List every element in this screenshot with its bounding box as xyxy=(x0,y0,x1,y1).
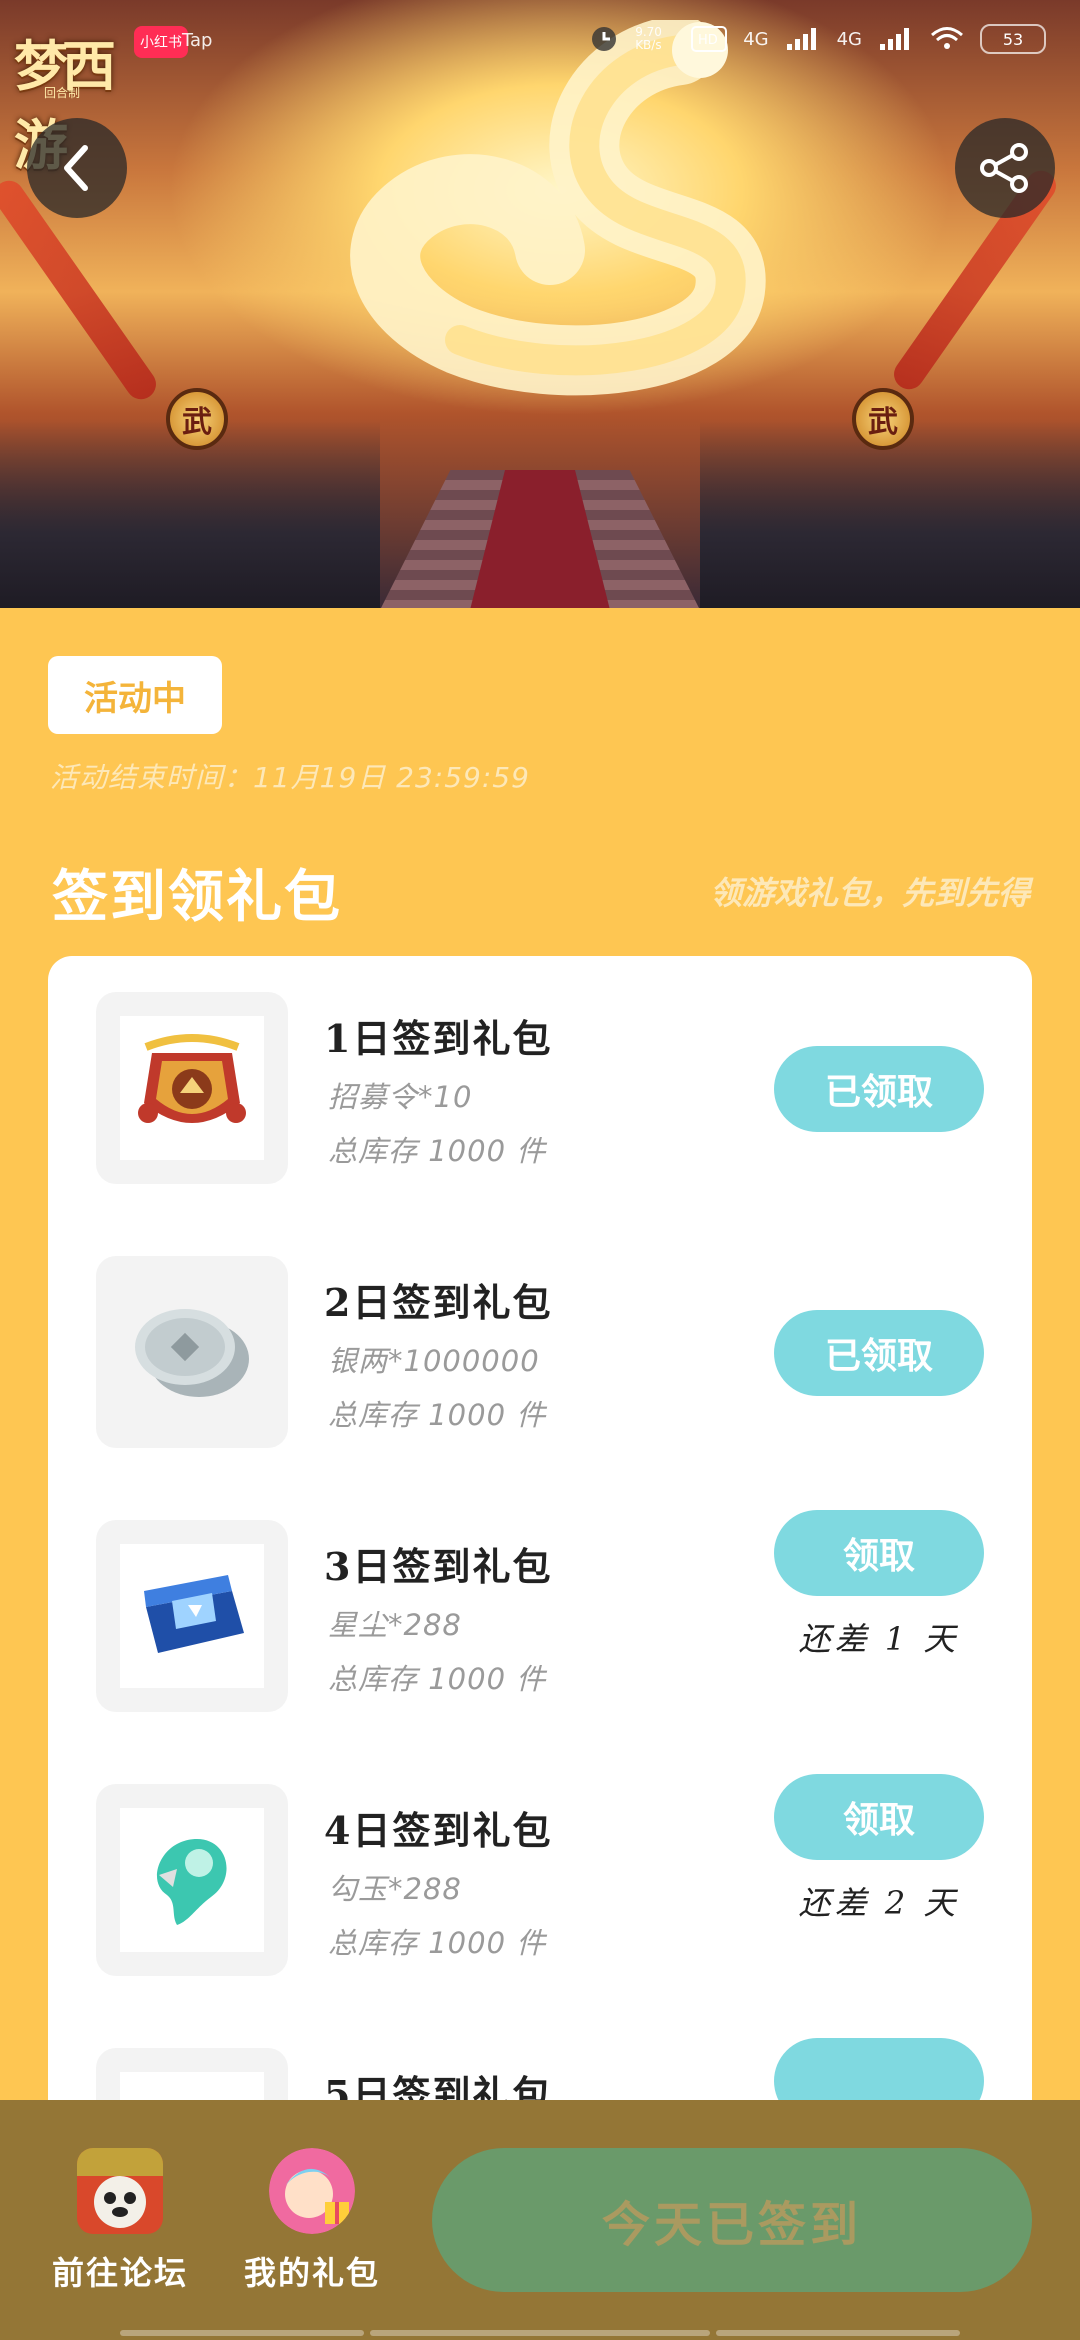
clock-icon xyxy=(592,27,617,51)
gift-title: 3日签到礼包 xyxy=(324,1544,553,1589)
status-bar: 梦西游 回合制 小红书 Tap 9.70 KB/s HD 4G 4G 53 xyxy=(0,0,1080,177)
stardust-chest-icon xyxy=(144,1575,244,1653)
svg-text:HD: HD xyxy=(698,33,718,48)
nav-indicator xyxy=(120,2330,364,2336)
signal-icon xyxy=(786,28,816,50)
gift-stock: 总库存 1000 件 xyxy=(328,1398,547,1432)
section-title: 签到领礼包 xyxy=(52,864,342,930)
battery-indicator: 53 xyxy=(980,24,1046,54)
gift-title: 4日签到礼包 xyxy=(324,1808,553,1853)
claimed-button[interactable]: 已领取 xyxy=(774,1310,984,1396)
activity-end-time: 活动结束时间：11月19日 23:59:59 xyxy=(50,761,530,794)
gift-stock: 总库存 1000 件 xyxy=(328,1926,547,1960)
drum-right: 武 xyxy=(852,388,914,450)
share-icon xyxy=(980,143,1028,193)
section-subtitle: 领游戏礼包，先到先得 xyxy=(709,874,1030,912)
net-speed: 9.70 KB/s xyxy=(635,25,662,52)
gift-thumbnail xyxy=(96,1520,288,1712)
forum-label: 前往论坛 xyxy=(51,2254,188,2292)
gift-thumbnail xyxy=(96,1256,288,1448)
magatama-icon xyxy=(156,1839,227,1925)
chevron-left-icon xyxy=(64,145,88,191)
gift-stock: 总库存 1000 件 xyxy=(328,1134,547,1168)
gift-thumbnail xyxy=(96,1784,288,1976)
recruit-token-icon xyxy=(138,1034,246,1123)
claim-button[interactable]: 领取 xyxy=(774,1774,984,1860)
gift-stock: 总库存 1000 件 xyxy=(328,1662,547,1696)
hero-banner: 武 武 梦西游 回合制 小红书 Tap 9.70 KB/s HD 4G 4G 5… xyxy=(0,0,1080,608)
forum-shortcut[interactable]: 前往论坛 xyxy=(50,2148,190,2294)
gift-row-day-1: 1日签到礼包 招募令*10 总库存 1000 件 已领取 xyxy=(48,956,1032,1184)
back-button[interactable] xyxy=(27,118,127,218)
gift-description: 招募令*10 xyxy=(328,1080,473,1114)
notification-badge: 小红书 xyxy=(134,26,188,58)
silver-coin-icon xyxy=(135,1309,249,1397)
bottom-action-bar: 前往论坛 我的礼包 今天已签到 xyxy=(0,2100,1080,2340)
my-gifts-icon xyxy=(269,2148,355,2234)
gift-title: 2日签到礼包 xyxy=(324,1280,553,1325)
game-logo-sub: 回合制 xyxy=(44,86,81,100)
my-gifts-label: 我的礼包 xyxy=(243,2254,380,2292)
signal-icon xyxy=(880,28,909,50)
days-remaining: 还差 2 天 xyxy=(798,1884,960,1922)
my-gifts-shortcut[interactable]: 我的礼包 xyxy=(242,2148,382,2294)
tap-label: Tap xyxy=(182,30,213,51)
days-remaining: 还差 1 天 xyxy=(798,1620,960,1658)
network-type-1: 4G xyxy=(743,28,769,50)
claimed-button[interactable]: 已领取 xyxy=(774,1046,984,1132)
wifi-icon xyxy=(931,27,963,49)
gift-title: 1日签到礼包 xyxy=(324,1016,553,1061)
gift-description: 银两*1000000 xyxy=(328,1344,540,1378)
nav-indicator xyxy=(716,2330,960,2336)
gift-description: 勾玉*288 xyxy=(328,1872,462,1906)
forum-app-icon xyxy=(77,2148,163,2234)
checked-in-today-button[interactable]: 今天已签到 xyxy=(432,2148,1032,2292)
dragon-illustration xyxy=(350,20,766,396)
activity-status-badge: 活动中 xyxy=(48,656,222,734)
gift-row-day-2: 2日签到礼包 银两*1000000 总库存 1000 件 已领取 xyxy=(48,1220,1032,1448)
gift-list-card: 1日签到礼包 招募令*10 总库存 1000 件 已领取 2日签到礼包 银两*1… xyxy=(48,956,1032,2156)
gift-description: 星尘*288 xyxy=(328,1608,462,1642)
game-logo: 梦西游 回合制 xyxy=(14,22,144,177)
gift-row-day-4: 4日签到礼包 勾玉*288 总库存 1000 件 领取 还差 2 天 xyxy=(48,1748,1032,1976)
hd-icon: HD xyxy=(691,26,728,52)
nav-indicator xyxy=(370,2330,710,2336)
gift-thumbnail xyxy=(96,992,288,1184)
gift-row-day-3: 3日签到礼包 星尘*288 总库存 1000 件 领取 还差 1 天 xyxy=(48,1484,1032,1712)
network-type-2: 4G xyxy=(836,28,862,50)
claim-button[interactable]: 领取 xyxy=(774,1510,984,1596)
drum-left: 武 xyxy=(166,388,228,450)
share-button[interactable] xyxy=(955,118,1055,218)
